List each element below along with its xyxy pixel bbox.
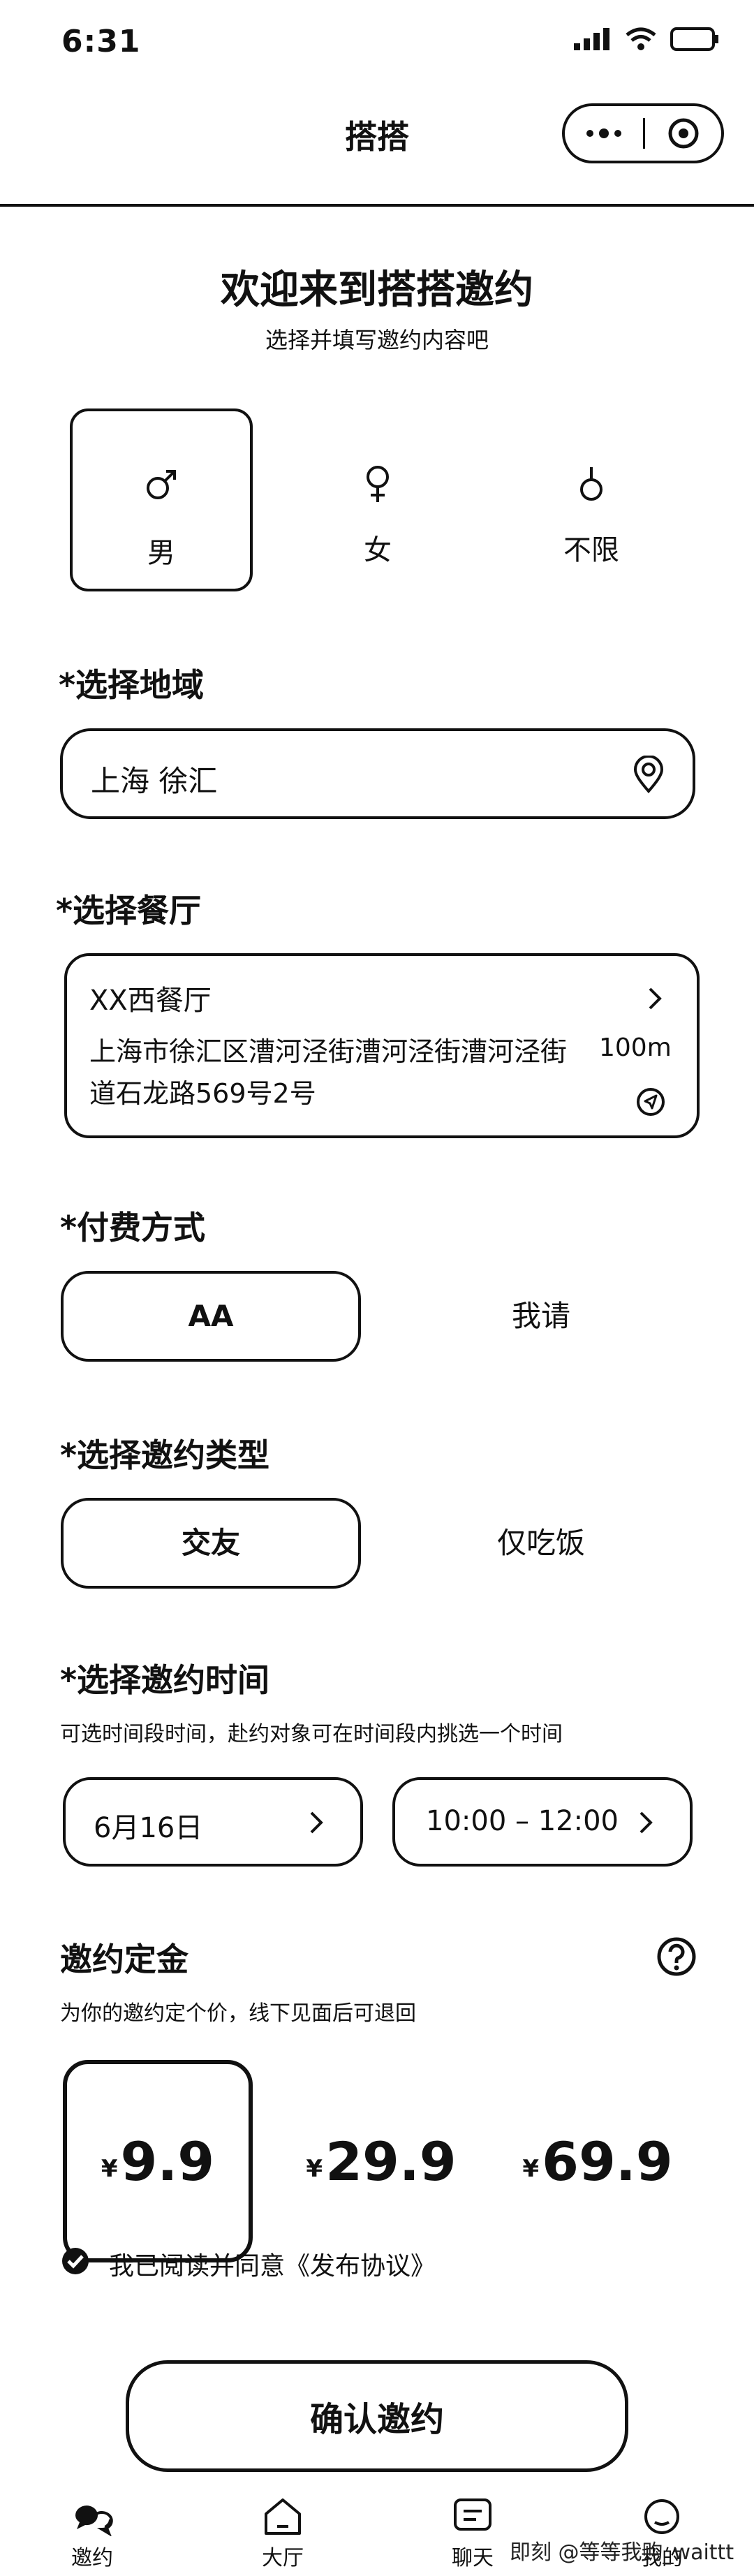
agreement-checkbox[interactable]	[60, 2246, 91, 2279]
date-value: 6月16日	[94, 1812, 203, 1844]
invite-type-option-friends[interactable]: 交友	[61, 1498, 361, 1589]
navigate-icon[interactable]	[635, 1087, 666, 1120]
chat-bubbles-icon	[75, 2505, 113, 2536]
region-section-title: *选择地域	[59, 666, 205, 704]
neutral-gender-icon	[580, 467, 603, 501]
home-icon	[265, 2498, 301, 2535]
agreement-text[interactable]: 我已阅读并同意《发布协议》	[109, 2246, 436, 2282]
deposit-description: 为你的邀约定个价，线下见面后可退回	[60, 2001, 416, 2026]
more-dot-icon	[586, 130, 593, 137]
gender-option-any[interactable]: 不限	[500, 409, 683, 591]
confirm-invite-button[interactable]: 确认邀约	[126, 2360, 628, 2472]
female-icon	[367, 466, 389, 502]
chevron-right-icon	[646, 985, 664, 1015]
status-time: 6:31	[61, 24, 141, 59]
gender-label: 不限	[563, 534, 619, 566]
deposit-option-69-9[interactable]: ¥ 69.9	[503, 2060, 693, 2262]
welcome-title: 欢迎来到搭搭邀约	[221, 267, 533, 313]
gender-option-male[interactable]: 男	[70, 409, 253, 591]
restaurant-address: 上海市徐汇区漕河泾街漕河泾街漕河泾街道石龙路569号2号	[89, 1036, 568, 1109]
deposit-section-title: 邀约定金	[60, 1941, 188, 1978]
status-icons	[572, 27, 719, 54]
wifi-icon	[624, 27, 658, 54]
target-icon	[668, 118, 698, 149]
currency-symbol: ¥	[101, 2155, 118, 2183]
checked-circle-icon	[62, 2248, 89, 2274]
message-icon	[454, 2498, 491, 2531]
tab-invite[interactable]: 邀约	[36, 2493, 148, 2571]
more-dot-icon	[614, 130, 621, 137]
chevron-right-icon	[637, 1809, 655, 1839]
tab-label: 邀约	[71, 2546, 113, 2570]
invite-type-section-title: *选择邀约类型	[60, 1436, 270, 1474]
restaurant-name: XX西餐厅	[89, 985, 212, 1017]
gender-label: 女	[364, 534, 392, 566]
header-divider	[0, 204, 754, 207]
currency-symbol: ¥	[306, 2155, 323, 2183]
payment-section-title: *付费方式	[60, 1209, 206, 1246]
close-mini-program-button[interactable]	[645, 117, 721, 150]
deposit-amount: 9.9	[120, 2130, 215, 2193]
signal-icon	[572, 27, 612, 54]
restaurant-section-title: *选择餐厅	[56, 892, 202, 929]
gender-label: 男	[147, 537, 175, 569]
deposit-amount: 29.9	[325, 2130, 457, 2193]
more-menu-button[interactable]	[565, 128, 643, 138]
region-value: 上海 徐汇	[91, 764, 218, 798]
invite-time-section-title: *选择邀约时间	[60, 1661, 270, 1699]
time-range-value: 10:00 – 12:00	[426, 1805, 619, 1837]
welcome-subtitle: 选择并填写邀约内容吧	[265, 327, 489, 353]
more-dot-icon	[599, 128, 609, 138]
deposit-option-9-9[interactable]: ¥ 9.9	[63, 2060, 253, 2262]
invite-type-option-meal-only[interactable]: 仅吃饭	[391, 1498, 691, 1589]
deposit-amount: 69.9	[542, 2130, 673, 2193]
payment-option-aa[interactable]: AA	[61, 1271, 361, 1362]
chevron-right-icon	[307, 1809, 325, 1839]
tab-label: 大厅	[262, 2546, 304, 2570]
smile-face-icon	[644, 2499, 679, 2534]
help-icon[interactable]	[656, 1936, 697, 1980]
payment-option-treat[interactable]: 我请	[391, 1271, 691, 1362]
restaurant-distance: 100m	[599, 1033, 672, 1062]
location-pin-icon	[633, 755, 665, 796]
tab-lobby[interactable]: 大厅	[227, 2493, 339, 2571]
watermark: 即刻 @等等我购_waittt	[510, 2540, 734, 2565]
male-icon	[147, 470, 176, 499]
battery-icon	[670, 27, 719, 54]
mini-program-capsule	[562, 103, 724, 163]
invite-time-description: 可选时间段时间，赴约对象可在时间段内挑选一个时间	[60, 1722, 563, 1746]
currency-symbol: ¥	[522, 2155, 540, 2183]
gender-option-female[interactable]: 女	[286, 409, 469, 591]
deposit-option-29-9[interactable]: ¥ 29.9	[286, 2060, 476, 2262]
